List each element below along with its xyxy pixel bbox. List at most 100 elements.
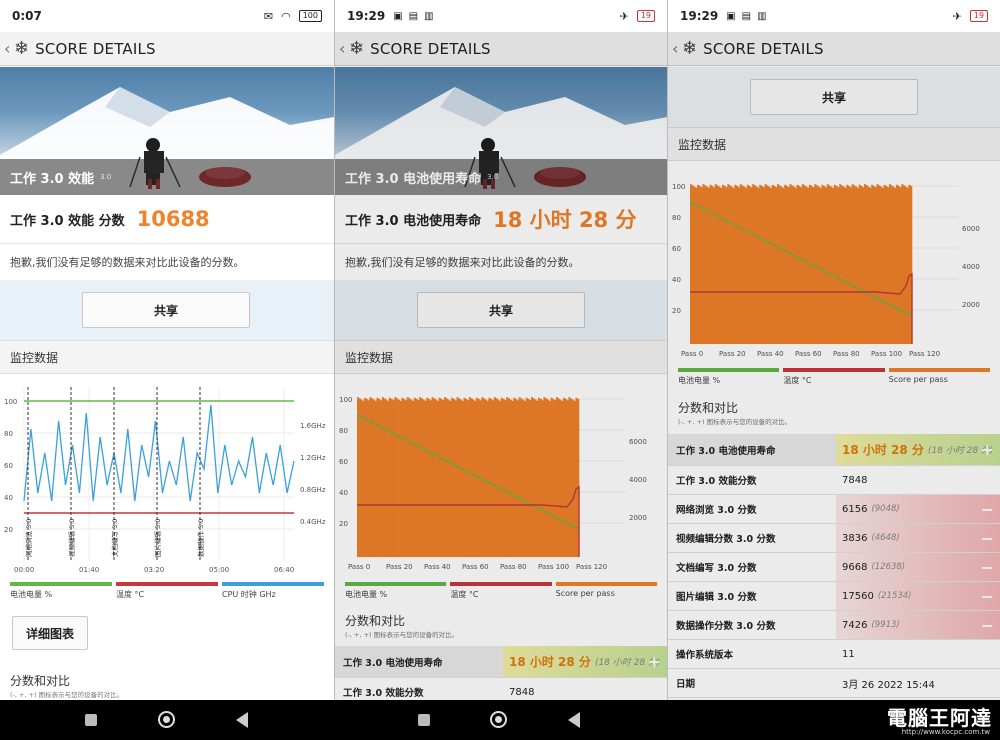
back-button-2[interactable] bbox=[568, 712, 580, 728]
x-tick-label: Pass 60 bbox=[462, 563, 489, 571]
score-bar bbox=[759, 184, 762, 344]
score-row-0[interactable]: 工作 3.0 电池使用寿命 18 小时 28 分 (18 小时 28 分) + bbox=[335, 646, 667, 678]
score-bar bbox=[390, 399, 393, 557]
score-bar bbox=[821, 184, 824, 344]
score-bar bbox=[399, 400, 402, 557]
score-bar bbox=[404, 400, 408, 557]
score-bar bbox=[559, 399, 562, 557]
detail-chart-button[interactable]: 详细图表 bbox=[12, 616, 88, 650]
x-tick-label: 03:20 bbox=[144, 566, 164, 574]
score-bar bbox=[415, 399, 418, 557]
minus-icon[interactable]: − bbox=[981, 500, 994, 519]
panel-work-performance: 0:07 ✉ ◠ 100 ‹ ❄ SCORE DETAILS 工作 3.0 效能… bbox=[0, 0, 334, 700]
score-bar bbox=[504, 400, 507, 557]
plus-icon[interactable]: + bbox=[648, 652, 661, 671]
recent-apps-button[interactable] bbox=[85, 714, 97, 726]
app-bar: ‹ ❄ SCORE DETAILS bbox=[668, 32, 1000, 66]
status-notification-icons: ▣ ▤ ▥ bbox=[393, 11, 433, 22]
share-button[interactable]: 共享 bbox=[82, 292, 250, 328]
score-bar bbox=[433, 398, 436, 557]
share-area: 共享 bbox=[0, 280, 334, 340]
minus-icon[interactable]: − bbox=[981, 587, 994, 606]
score-row-2[interactable]: 网络浏览 3.0 分数 6156 (9048) − bbox=[668, 495, 1000, 524]
back-chevron-icon[interactable]: ‹ bbox=[4, 39, 14, 58]
score-bar bbox=[539, 399, 543, 557]
x-tick-label: Pass 100 bbox=[871, 350, 902, 358]
minus-icon[interactable]: − bbox=[981, 558, 994, 577]
score-bar bbox=[761, 186, 764, 344]
score-bar bbox=[752, 184, 755, 344]
score-bar bbox=[830, 186, 833, 344]
home-button-2[interactable] bbox=[490, 711, 507, 728]
minus-icon[interactable]: − bbox=[981, 616, 994, 635]
score-bar bbox=[892, 186, 895, 344]
score-bar bbox=[832, 187, 835, 344]
score-bar bbox=[851, 184, 854, 344]
recent-apps-button-2[interactable] bbox=[418, 714, 430, 726]
score-bar bbox=[465, 399, 468, 557]
score-bar bbox=[376, 397, 379, 557]
score-bar bbox=[431, 397, 434, 557]
score-bar bbox=[805, 186, 808, 344]
x-tick-label: Pass 120 bbox=[909, 350, 940, 358]
status-bar: 0:07 ✉ ◠ 100 bbox=[0, 0, 334, 32]
score-bar bbox=[555, 397, 558, 557]
score-bar bbox=[470, 398, 473, 557]
score-row-5[interactable]: 图片编辑 3.0 分数 17560 (21534) − bbox=[668, 582, 1000, 611]
minus-icon[interactable]: − bbox=[981, 529, 994, 548]
score-bar bbox=[837, 187, 840, 344]
score-bar bbox=[488, 397, 491, 557]
score-bar bbox=[424, 400, 427, 557]
score-bar bbox=[874, 187, 877, 344]
score-bar bbox=[773, 186, 776, 344]
score-bar bbox=[412, 400, 415, 557]
share-button[interactable]: 共享 bbox=[417, 292, 585, 328]
score-bar bbox=[449, 400, 452, 557]
score-bar bbox=[883, 184, 886, 344]
score-bar bbox=[570, 398, 573, 557]
home-button[interactable] bbox=[158, 711, 175, 728]
score-bar bbox=[750, 187, 753, 344]
score-bar bbox=[467, 400, 470, 557]
row-reference-value: (4648) bbox=[871, 533, 900, 543]
score-row-3[interactable]: 视频编辑分数 3.0 分数 3836 (4648) − bbox=[668, 524, 1000, 553]
score-bar bbox=[801, 184, 804, 344]
score-bar bbox=[782, 187, 785, 344]
back-chevron-icon[interactable]: ‹ bbox=[672, 39, 682, 58]
score-row-6[interactable]: 数据操作分数 3.0 分数 7426 (9913) − bbox=[668, 611, 1000, 640]
hero-caption-text: 工作 3.0 电池使用寿命 bbox=[345, 171, 482, 187]
score-bar bbox=[713, 187, 716, 344]
no-data-note: 抱歉,我们没有足够的数据来对比此设备的分数。 bbox=[335, 243, 667, 279]
compare-subtitle: (-, +, +) 图标表示与您的设备的对比。 bbox=[678, 418, 792, 426]
back-chevron-icon[interactable]: ‹ bbox=[339, 39, 349, 58]
score-bar bbox=[885, 186, 888, 344]
score-bar bbox=[550, 397, 553, 557]
status-time: 19:29 bbox=[680, 9, 719, 23]
score-bar bbox=[867, 186, 870, 344]
chart-legend: 电池电量 % 温度 °C Score per pass bbox=[345, 582, 657, 600]
score-value: 18 小时 28 分 bbox=[493, 208, 637, 232]
score-bar bbox=[748, 186, 751, 344]
score-bar bbox=[793, 186, 796, 344]
app-title: SCORE DETAILS bbox=[703, 39, 824, 58]
y2-tick-label: 6000 bbox=[962, 225, 980, 233]
score-bar bbox=[858, 184, 861, 344]
legend-battery-label: 电池电量 % bbox=[345, 590, 388, 599]
score-bar bbox=[833, 184, 836, 344]
score-bar bbox=[849, 187, 852, 344]
image-icon: ▤ bbox=[408, 10, 419, 22]
score-row-0[interactable]: 工作 3.0 电池使用寿命 18 小时 28 分 (18 小时 28 分) + bbox=[668, 434, 1000, 466]
score-bar bbox=[364, 397, 367, 557]
score-bar bbox=[844, 187, 847, 344]
hero-caption: 工作 3.0 效能 3.0 bbox=[0, 159, 334, 195]
monitor-chart: 100 80 60 40 20 1.6GHz 1.2GHz 0.8GHz 0.4GHz 00:00… bbox=[0, 375, 334, 575]
score-bar bbox=[380, 400, 383, 557]
plus-icon[interactable]: + bbox=[981, 440, 994, 459]
score-bar bbox=[753, 185, 757, 344]
notification-icon: ✉ bbox=[263, 9, 274, 23]
back-button[interactable] bbox=[236, 712, 248, 728]
battery-icon: 19 bbox=[636, 10, 655, 22]
score-row-4[interactable]: 文档编写 3.0 分数 9668 (12638) − bbox=[668, 553, 1000, 582]
share-button[interactable]: 共享 bbox=[750, 79, 918, 115]
score-bar bbox=[695, 187, 698, 344]
